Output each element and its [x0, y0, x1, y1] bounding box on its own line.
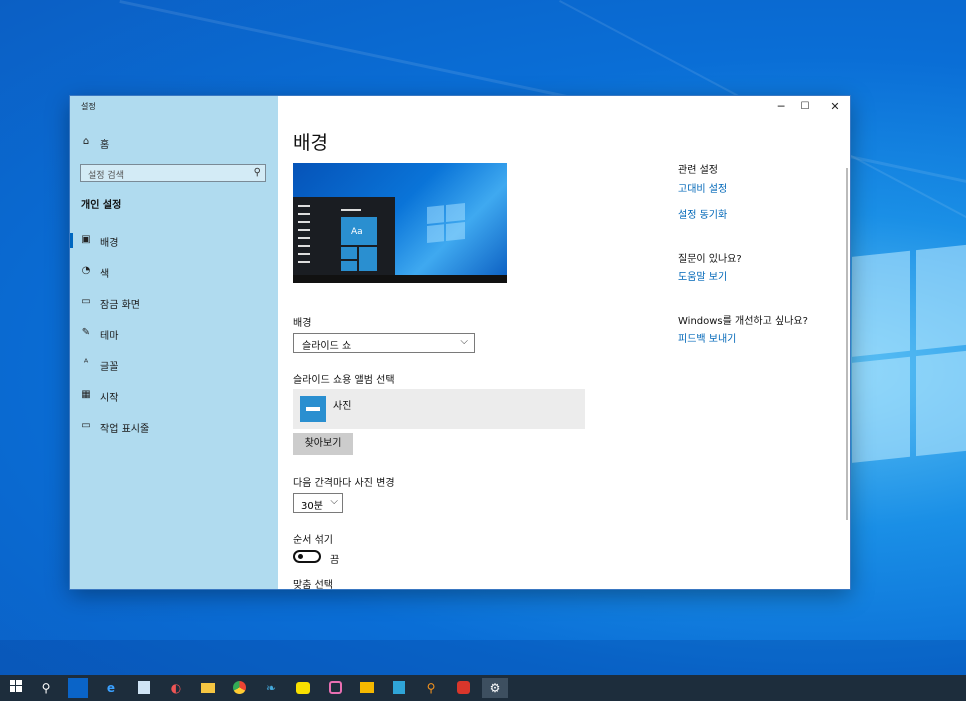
section-heading: 개인 설정 [81, 200, 122, 211]
window-title: 설정 [81, 102, 96, 111]
maximize-button[interactable]: ☐ [794, 99, 816, 115]
sidebar-item-fonts[interactable]: ᴬ 글꼴 [70, 354, 278, 376]
background-label: 배경 [293, 318, 312, 329]
sidebar: 설정 ⌂ 홈 설정 검색 ⚲ 개인 설정 ▣ 배경 ◔ 색 ▭ 잠금 화면 ✎ … [70, 96, 278, 589]
sidebar-item-label: 작업 표시줄 [100, 424, 150, 435]
theme-icon: ✎ [81, 327, 91, 338]
sidebar-item-taskbar[interactable]: ▭ 작업 표시줄 [70, 416, 278, 438]
edge-icon[interactable]: e [101, 678, 121, 698]
preview-taskbar [293, 275, 507, 283]
chevron-down-icon: ⌵ [460, 336, 468, 347]
sidebar-item-lock-screen[interactable]: ▭ 잠금 화면 [70, 292, 278, 314]
interval-dropdown[interactable]: 30분 ⌵ [293, 493, 343, 513]
sidebar-item-home[interactable]: ⌂ 홈 [70, 132, 278, 154]
sidebar-item-label: 테마 [100, 331, 119, 342]
slides-icon[interactable] [357, 678, 377, 698]
album-label: 슬라이드 쇼용 앨범 선택 [293, 375, 395, 386]
preview-windows-logo [427, 203, 465, 243]
background-preview: Aa [293, 163, 507, 283]
sidebar-item-color[interactable]: ◔ 색 [70, 261, 278, 283]
chrome-icon[interactable] [229, 678, 249, 698]
sidebar-item-label: 시작 [100, 393, 119, 404]
app2-icon[interactable] [389, 678, 409, 698]
background-dropdown[interactable]: 슬라이드 쇼 ⌵ [293, 333, 475, 353]
settings-window: 설정 ⌂ 홈 설정 검색 ⚲ 개인 설정 ▣ 배경 ◔ 색 ▭ 잠금 화면 ✎ … [70, 96, 850, 589]
question-heading: 질문이 있나요? [678, 254, 742, 265]
improve-heading: Windows를 개선하고 싶나요? [678, 316, 808, 327]
dropdown-value: 슬라이드 쇼 [302, 341, 352, 352]
sidebar-item-label: 잠금 화면 [100, 300, 140, 311]
bird-icon[interactable]: ❧ [261, 678, 281, 698]
sidebar-item-label: 색 [100, 269, 110, 280]
start-icon[interactable] [6, 678, 26, 698]
browse-button[interactable]: 찾아보기 [293, 433, 353, 455]
related-settings-heading: 관련 설정 [678, 165, 718, 176]
minimize-button[interactable]: ─ [770, 99, 792, 115]
scrollbar[interactable] [846, 168, 848, 520]
page-title: 배경 [293, 132, 328, 154]
help-link[interactable]: 도움말 보기 [678, 268, 727, 283]
feedback-link[interactable]: 피드백 보내기 [678, 330, 736, 345]
sidebar-item-label: 홈 [100, 140, 110, 151]
chevron-down-icon: ⌵ [330, 496, 338, 507]
search-icon: ⚲ [253, 167, 261, 178]
preview-start-menu: Aa [293, 197, 395, 277]
font-icon: ᴬ [83, 358, 89, 369]
dropdown-value: 30분 [301, 501, 323, 512]
main-pane: ─ ☐ ✕ 배경 Aa 배경 슬라이드 쇼 ⌵ 슬라이드 쇼용 앨범 선택 사진… [278, 96, 850, 589]
sync-settings-link[interactable]: 설정 동기화 [678, 206, 727, 221]
search-icon[interactable]: ⚲ [36, 678, 56, 698]
taskbar: ⚲ e ◐ ❧ ⚲ ⚙ [0, 675, 966, 701]
lock-screen-icon: ▭ [81, 296, 91, 307]
home-icon: ⌂ [82, 136, 90, 147]
sidebar-item-label: 글꼴 [100, 362, 119, 373]
notepad-icon[interactable] [134, 678, 154, 698]
palette-icon: ◔ [81, 265, 91, 276]
start-icon: ▦ [81, 389, 91, 400]
taskbar-icon: ▭ [81, 420, 91, 431]
fit-label: 맞춤 선택 [293, 580, 333, 589]
outlook-icon[interactable] [68, 678, 88, 698]
sidebar-item-label: 배경 [100, 238, 119, 249]
folder-icon [300, 396, 326, 422]
windows-logo-light [852, 243, 966, 487]
interval-label: 다음 간격마다 사진 변경 [293, 478, 395, 489]
sidebar-item-themes[interactable]: ✎ 테마 [70, 323, 278, 345]
shuffle-label: 순서 섞기 [293, 535, 333, 546]
app-icon[interactable]: ◐ [166, 678, 186, 698]
chat-icon[interactable] [325, 678, 345, 698]
preview-sample-text: Aa [351, 227, 363, 237]
search-input[interactable]: 설정 검색 ⚲ [80, 164, 266, 182]
shuffle-toggle[interactable] [293, 550, 321, 563]
picture-icon: ▣ [81, 234, 91, 245]
sidebar-item-start[interactable]: ▦ 시작 [70, 385, 278, 407]
kakaotalk-icon[interactable] [293, 678, 313, 698]
toggle-state: 끔 [330, 555, 340, 566]
album-name: 사진 [333, 401, 352, 412]
settings-icon[interactable]: ⚙ [482, 678, 508, 698]
album-item[interactable]: 사진 [293, 389, 585, 429]
search-app-icon[interactable]: ⚲ [421, 678, 441, 698]
sidebar-item-background[interactable]: ▣ 배경 [70, 230, 278, 252]
close-button[interactable]: ✕ [824, 99, 846, 115]
file-explorer-icon[interactable] [198, 678, 218, 698]
photo-icon[interactable] [453, 678, 473, 698]
high-contrast-link[interactable]: 고대비 설정 [678, 180, 727, 195]
search-placeholder: 설정 검색 [88, 171, 124, 181]
